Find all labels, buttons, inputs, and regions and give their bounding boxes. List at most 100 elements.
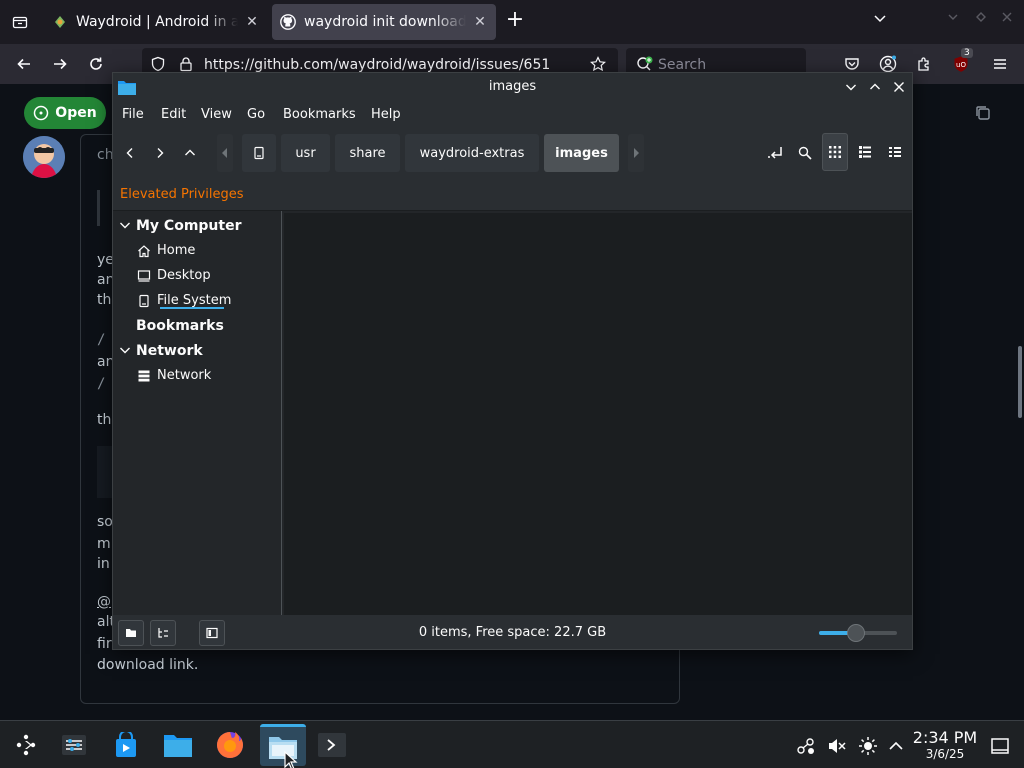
compact-view-icon[interactable] [882, 133, 908, 171]
breadcrumb-share[interactable]: share [335, 134, 400, 172]
places-header-my-computer[interactable]: My Computer [136, 218, 242, 234]
code-text: / [97, 332, 106, 348]
avatar[interactable] [23, 136, 65, 178]
minimize-icon[interactable] [841, 77, 861, 97]
places-header-network[interactable]: Network [136, 343, 203, 359]
chevron-down-icon[interactable] [119, 344, 131, 356]
file-view-empty[interactable] [284, 213, 912, 615]
breadcrumb-root[interactable] [242, 134, 276, 172]
search-engine-icon[interactable] [636, 56, 654, 72]
blockquote-bar [97, 190, 100, 226]
issue-open-icon [34, 105, 49, 121]
comment-text: th [97, 292, 112, 308]
places-item-home[interactable]: Home [137, 243, 195, 258]
clock-time: 2:34 PM [912, 728, 978, 747]
search-icon[interactable] [794, 141, 816, 165]
places-panel: My Computer Home Desktop File System Boo… [113, 211, 282, 615]
close-window-icon[interactable] [1000, 10, 1014, 24]
window-titlebar[interactable]: images [113, 73, 912, 101]
desktop-icon [137, 269, 151, 282]
tray-expand-icon[interactable] [886, 736, 906, 756]
new-tab-icon[interactable]: + [504, 9, 526, 32]
svg-text:uO: uO [956, 61, 966, 69]
pocket-icon[interactable] [842, 54, 862, 74]
dolphin-active-task-icon[interactable] [260, 724, 306, 766]
places-item-network[interactable]: Network [137, 368, 211, 383]
browser-tab-active[interactable]: waydroid init download get ✕ [272, 4, 496, 40]
forward-arrow-icon[interactable] [50, 54, 70, 74]
page-scrollbar[interactable] [1018, 346, 1022, 418]
menu-go[interactable]: Go [247, 107, 265, 122]
ublock-badge: 3 [961, 48, 973, 58]
discover-store-icon[interactable] [106, 727, 146, 763]
dolphin-file-manager-icon[interactable] [158, 727, 198, 763]
system-settings-icon[interactable] [54, 727, 94, 763]
breadcrumb-images[interactable]: images [544, 134, 619, 172]
comment-text: th [97, 412, 112, 428]
extensions-icon[interactable] [914, 54, 934, 74]
clock[interactable]: 2:34 PM 3/6/25 [906, 729, 984, 762]
open-label: Open [55, 105, 97, 121]
details-view-icon[interactable] [852, 133, 878, 171]
menu-bar: File Edit View Go Bookmarks Help [113, 101, 912, 129]
menu-help[interactable]: Help [371, 107, 401, 122]
window-title: images [488, 79, 537, 94]
lock-icon[interactable] [178, 56, 194, 72]
drive-icon [254, 146, 264, 160]
waydroid-favicon [52, 14, 68, 30]
browser-tab[interactable]: Waydroid | Android in a Linux container … [44, 4, 268, 40]
network-status-icon[interactable] [796, 736, 816, 756]
status-text: 0 items, Free space: 22.7 GB [418, 625, 607, 640]
show-desktop-icon[interactable] [990, 736, 1010, 756]
back-arrow-icon[interactable] [14, 54, 34, 74]
chevron-down-icon[interactable] [119, 219, 131, 231]
volume-muted-icon[interactable] [827, 736, 847, 756]
places-item-file-system[interactable]: File System [137, 293, 231, 308]
network-icon [138, 370, 150, 381]
bookmark-star-icon[interactable] [590, 56, 606, 72]
breadcrumb-scroll-right[interactable] [628, 134, 644, 172]
comment-text: fir [97, 636, 112, 652]
close-tab-icon[interactable]: ✕ [244, 14, 260, 30]
maximize-window-icon[interactable] [974, 10, 988, 24]
app-launcher-icon[interactable] [6, 727, 46, 763]
arrow-right-icon [634, 148, 639, 158]
clock-date: 3/6/25 [925, 747, 965, 761]
close-icon[interactable] [889, 77, 909, 97]
hamburger-menu-icon[interactable] [990, 54, 1010, 74]
dolphin-window: images File Edit View Go Bookmarks Help [112, 72, 913, 650]
menu-edit[interactable]: Edit [161, 107, 186, 122]
open-terminal-icon[interactable] [764, 141, 786, 165]
menu-view[interactable]: View [201, 107, 232, 122]
back-icon[interactable] [119, 141, 141, 165]
code-block [97, 446, 113, 498]
menu-file[interactable]: File [122, 107, 144, 122]
up-icon[interactable] [179, 141, 201, 165]
maximize-icon[interactable] [865, 77, 885, 97]
places-header-bookmarks[interactable]: Bookmarks [136, 318, 224, 334]
url-text: https://github.com/waydroid/waydroid/iss… [204, 57, 551, 73]
forward-icon[interactable] [149, 141, 171, 165]
zoom-slider[interactable] [819, 624, 897, 642]
breadcrumb-scroll-left[interactable] [217, 134, 233, 172]
reload-icon[interactable] [86, 54, 106, 74]
menu-bookmarks[interactable]: Bookmarks [283, 107, 356, 122]
ublock-icon[interactable]: uO 3 [951, 48, 973, 74]
tab-overflow-chevron-icon[interactable] [872, 10, 888, 26]
comment-text: m [97, 536, 111, 552]
breadcrumb-waydroid-extras[interactable]: waydroid-extras [405, 134, 539, 172]
places-item-desktop[interactable]: Desktop [137, 268, 211, 283]
mention-link[interactable]: @ [97, 594, 111, 610]
tab-list-icon[interactable] [8, 10, 32, 34]
brightness-icon[interactable] [858, 736, 878, 756]
firefox-icon[interactable] [210, 727, 250, 763]
minimize-window-icon[interactable] [946, 10, 960, 24]
account-icon[interactable] [878, 54, 898, 74]
close-tab-icon[interactable]: ✕ [472, 14, 488, 30]
konsole-terminal-icon[interactable] [312, 727, 352, 763]
copy-icon[interactable] [974, 104, 992, 122]
icons-view-icon[interactable] [822, 133, 848, 171]
shield-icon[interactable] [150, 56, 166, 72]
breadcrumb-usr[interactable]: usr [281, 134, 330, 172]
elevated-privileges-banner: Elevated Privileges [113, 177, 912, 211]
